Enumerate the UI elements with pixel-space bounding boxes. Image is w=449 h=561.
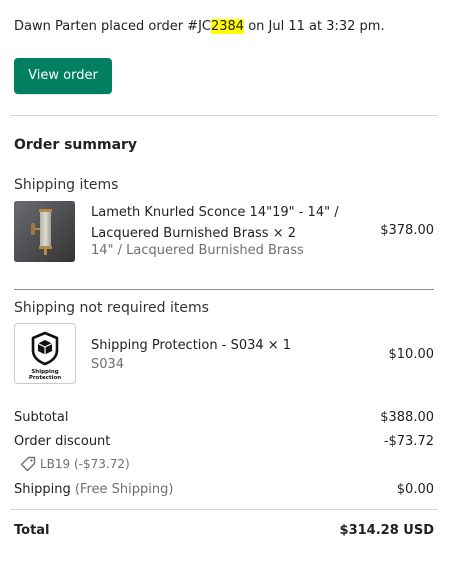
shipping-note: (Free Shipping) xyxy=(74,482,174,497)
discount-code-text: LB19 (-$73.72) xyxy=(40,457,130,471)
line-item-title: Shipping Protection - S034 × 1 xyxy=(91,338,292,353)
divider xyxy=(14,289,434,290)
view-order-button[interactable]: View order xyxy=(14,58,112,94)
line-item-price: $10.00 xyxy=(388,347,435,362)
line-item-variant: 14" / Lacquered Burnished Brass xyxy=(91,243,304,258)
line-item-title: Lameth Knurled Sconce 14"19" - 14" / Lac… xyxy=(91,202,339,244)
shipping-protection-image: Shipping Protection xyxy=(29,331,61,381)
shipping-items-heading: Shipping items xyxy=(14,177,119,193)
total-label: Total xyxy=(14,523,50,538)
shipping-label: Shipping xyxy=(14,482,71,497)
total-value: $314.28 USD xyxy=(339,523,434,538)
protection-text-line2: Protection xyxy=(29,375,61,381)
order-message-suffix: on Jul 11 at 3:32 pm. xyxy=(244,19,385,34)
line-item-title-line1: Lameth Knurled Sconce 14"19" - 14" / xyxy=(91,205,339,220)
shipping-protection-badge-icon: Shipping Protection xyxy=(14,323,76,384)
order-message-prefix: Dawn Parten placed order #JC xyxy=(14,19,211,34)
subtotal-label: Subtotal xyxy=(14,410,69,425)
shipping-value: $0.00 xyxy=(396,482,434,497)
line-item-variant: S034 xyxy=(91,357,125,372)
shipping-not-required-heading: Shipping not required items xyxy=(14,300,209,316)
order-summary-heading: Order summary xyxy=(14,137,138,153)
order-discount-value: -$73.72 xyxy=(383,434,434,449)
wall-sconce-photo-icon xyxy=(14,201,75,262)
subtotal-value: $388.00 xyxy=(380,410,434,425)
order-discount-label: Order discount xyxy=(14,434,111,449)
divider xyxy=(10,509,438,510)
order-placed-message: Dawn Parten placed order #JC2384 on Jul … xyxy=(14,19,385,34)
tag-icon xyxy=(20,456,36,472)
order-number-highlight: 2384 xyxy=(210,19,245,34)
discount-code: LB19 (-$73.72) xyxy=(20,456,130,472)
line-item-price: $378.00 xyxy=(380,223,434,238)
shipping-row: Shipping (Free Shipping) xyxy=(14,482,173,497)
sconce-image xyxy=(14,201,75,262)
divider xyxy=(10,115,438,116)
line-item-title-line2: Lacquered Burnished Brass × 2 xyxy=(91,226,297,241)
